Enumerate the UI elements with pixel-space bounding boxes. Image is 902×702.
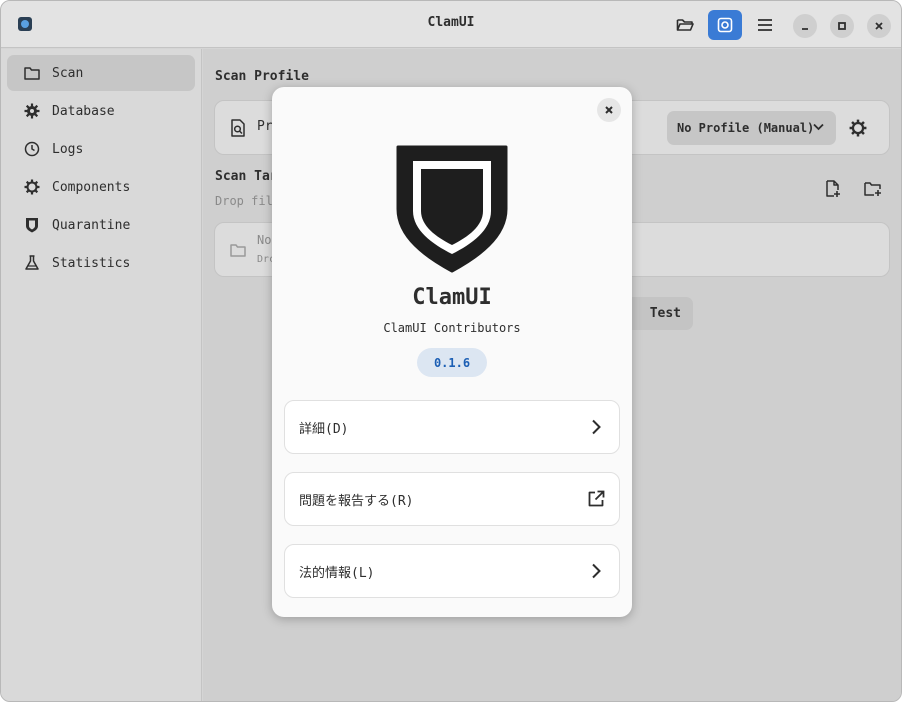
add-file-icon[interactable] (824, 180, 842, 198)
legal-label: 法的情報(L) (299, 565, 375, 581)
scan-profile-title: Scan Profile (215, 69, 309, 84)
scan-mode-button[interactable] (708, 10, 742, 40)
minimize-button[interactable] (793, 14, 817, 38)
report-issue-row[interactable]: 問題を報告する(R) (284, 472, 620, 526)
clock-icon (23, 140, 41, 158)
folder-icon (230, 244, 246, 257)
target-empty-title: No (257, 233, 272, 247)
profile-dropdown[interactable]: No Profile (Manual) (667, 111, 836, 145)
profile-label: Pr (257, 119, 273, 134)
sidebar: Scan Database Logs Components Quarantine… (1, 49, 202, 701)
sidebar-item-quarantine[interactable]: Quarantine (7, 207, 195, 243)
document-search-icon (231, 119, 245, 137)
settings-gear-icon[interactable] (849, 119, 867, 137)
maximize-button[interactable] (830, 14, 854, 38)
drop-hint: Drop file (215, 194, 281, 208)
folder-open-icon (676, 19, 694, 31)
scanner-icon (717, 17, 733, 33)
sidebar-item-scan[interactable]: Scan (7, 55, 195, 91)
sidebar-item-components[interactable]: Components (7, 169, 195, 205)
details-label: 詳細(D) (299, 421, 349, 437)
external-link-icon (588, 490, 605, 507)
sidebar-item-database[interactable]: Database (7, 93, 195, 129)
sidebar-item-label: Database (52, 103, 115, 119)
chevron-down-icon (813, 123, 824, 131)
gear-icon (23, 178, 41, 196)
app-name: ClamUI (412, 285, 492, 310)
dialog-close-button[interactable] (597, 98, 621, 122)
chevron-right-icon (592, 563, 601, 579)
maximize-icon (838, 22, 846, 30)
minimize-icon (802, 28, 808, 30)
report-issue-label: 問題を報告する(R) (299, 493, 414, 509)
developer-name: ClamUI Contributors (383, 321, 521, 335)
clamui-shield-logo (396, 145, 508, 273)
sidebar-item-label: Components (52, 179, 131, 195)
version-badge[interactable]: 0.1.6 (417, 348, 487, 377)
profile-dropdown-value: No Profile (Manual) (677, 121, 815, 135)
close-icon (875, 22, 883, 30)
sidebar-item-logs[interactable]: Logs (7, 131, 195, 167)
sidebar-item-label: Statistics (52, 255, 131, 271)
about-dialog: ClamUI ClamUI Contributors 0.1.6 詳細(D) 問… (272, 87, 632, 617)
add-folder-icon[interactable] (864, 180, 882, 198)
close-window-button[interactable] (867, 14, 891, 38)
app-window: ClamUI Scan Database Logs Components Qua… (0, 0, 902, 702)
test-button-label: Test (649, 306, 681, 321)
legal-row[interactable]: 法的情報(L) (284, 544, 620, 598)
close-icon (605, 106, 613, 114)
shield-icon (23, 216, 41, 234)
hamburger-menu-icon (758, 19, 772, 31)
folder-icon (23, 64, 41, 82)
chevron-right-icon (592, 419, 601, 435)
open-folder-button[interactable] (668, 10, 702, 40)
details-row[interactable]: 詳細(D) (284, 400, 620, 454)
gear-icon (23, 102, 41, 120)
main-menu-button[interactable] (748, 10, 782, 40)
sidebar-item-label: Quarantine (52, 217, 131, 233)
header-bar: ClamUI (1, 1, 901, 48)
sidebar-item-label: Logs (52, 141, 84, 157)
flask-icon (23, 254, 41, 272)
sidebar-item-statistics[interactable]: Statistics (7, 245, 195, 281)
sidebar-item-label: Scan (52, 65, 84, 81)
